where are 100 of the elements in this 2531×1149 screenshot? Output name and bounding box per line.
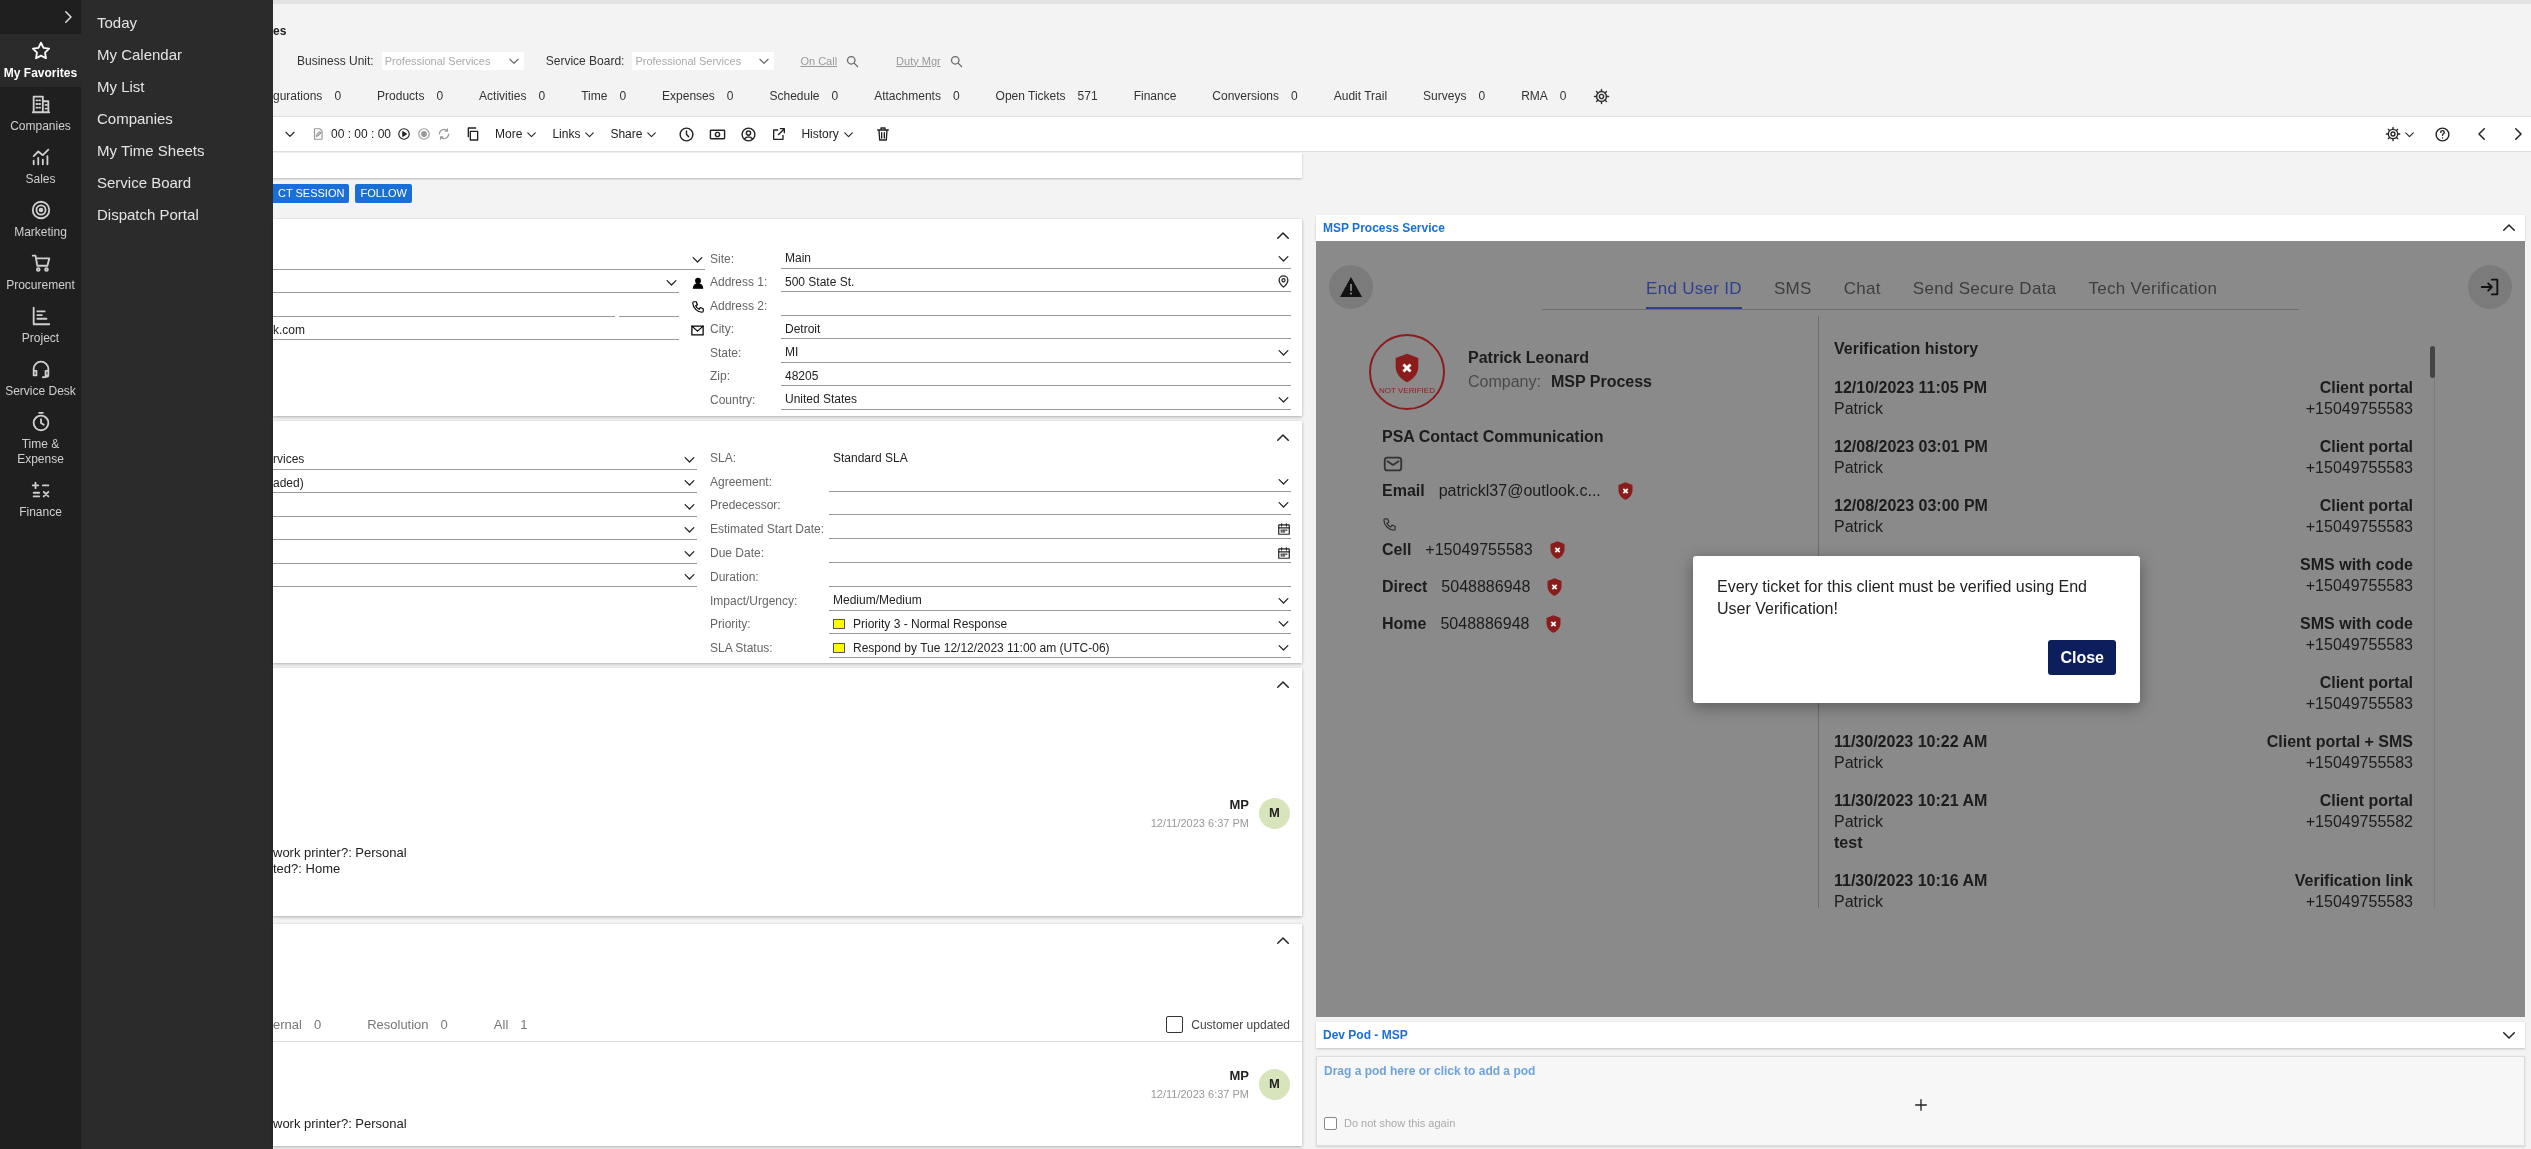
phone-icon	[1382, 517, 1397, 532]
settings-icon	[2385, 126, 2401, 142]
person-circle-icon[interactable]	[740, 125, 758, 143]
notes-tab[interactable]: ernal 0	[273, 1014, 322, 1035]
select-field[interactable]: Medium/Medium	[829, 590, 1291, 611]
settings-icon[interactable]	[1592, 87, 1610, 105]
nav-item[interactable]: Project	[0, 299, 81, 352]
exit-icon	[2479, 276, 2501, 298]
ticket-tab[interactable]: RMA 0	[1521, 87, 1567, 105]
search-icon[interactable]	[845, 53, 861, 69]
menu-button[interactable]: History	[801, 125, 855, 143]
refresh-icon[interactable]	[437, 127, 452, 141]
history-title: Verification history	[1834, 339, 1980, 359]
nav-item[interactable]: My Favorites	[0, 34, 81, 87]
settings-menu[interactable]	[2385, 126, 2416, 142]
contact-name: Patrick Leonard	[1468, 348, 1590, 368]
select-field[interactable]: Respond by Tue 12/12/2023 11:00 am (UTC-06)	[829, 638, 1291, 659]
history-date: 11/30/2023 10:21 AM	[1834, 791, 1988, 811]
flyout-item[interactable]: My Calendar	[81, 39, 183, 71]
ticket-tab[interactable]: Conversions 0	[1212, 87, 1298, 105]
plus-icon[interactable]	[1912, 1097, 1929, 1113]
menu-button[interactable]: More	[495, 125, 539, 143]
field-label: SLA:	[710, 449, 737, 467]
person-icon[interactable]	[691, 276, 705, 291]
flyout-item[interactable]: Dispatch Portal	[81, 199, 199, 231]
nav-item[interactable]: Finance	[0, 473, 81, 526]
warning-button[interactable]	[1329, 265, 1373, 309]
nav-item[interactable]: Procurement	[0, 246, 81, 299]
summary-field[interactable]	[273, 153, 1302, 178]
contact-value: 5048886948	[1441, 577, 1531, 597]
ticket-tab[interactable]: Open Tickets 571	[995, 87, 1098, 105]
search-icon[interactable]	[948, 53, 964, 69]
nav-item[interactable]: Time & Expense	[0, 405, 81, 473]
contact-value: +15049755583	[1425, 540, 1533, 560]
play-icon[interactable]	[397, 127, 412, 141]
customer-updated-checkbox[interactable]: Customer updated	[1166, 1015, 1290, 1034]
help-icon[interactable]	[2434, 125, 2451, 143]
history-date: 11/30/2023 10:22 AM	[1834, 732, 1988, 752]
notes-tab[interactable]: All 1	[493, 1014, 528, 1035]
input-field[interactable]: 500 State St.	[781, 272, 1291, 293]
ticket-tab[interactable]: Attachments 0	[874, 87, 960, 105]
stop-icon[interactable]	[417, 127, 432, 141]
ticket-tab[interactable]: Finance	[1133, 87, 1177, 105]
edit-document-icon[interactable]	[311, 127, 325, 141]
history-phone: +15049755583	[2305, 753, 2413, 773]
close-button[interactable]: Close	[2048, 640, 2116, 675]
flyout-item[interactable]: Today	[81, 7, 138, 39]
history-phone: +15049755583	[2305, 517, 2413, 537]
notes-tab[interactable]: Resolution 0	[367, 1014, 448, 1035]
ticket-tab[interactable]: Surveys 0	[1423, 87, 1486, 105]
menu-button[interactable]: Links	[552, 125, 597, 143]
action-button[interactable]: CT SESSION	[273, 184, 350, 203]
cart-icon	[29, 252, 52, 274]
exit-button[interactable]	[2468, 265, 2512, 309]
flyout-item[interactable]: My List	[81, 71, 145, 103]
history-phone: +15049755583	[2305, 576, 2413, 596]
external-link-icon[interactable]	[771, 126, 788, 142]
company-label: Company:	[1468, 372, 1541, 392]
phone-icon[interactable]	[691, 299, 705, 314]
nav-item[interactable]: Service Desk	[0, 352, 81, 405]
nav-item[interactable]: Companies	[0, 87, 81, 140]
select-field[interactable]: United States	[781, 389, 1291, 410]
history-date: 12/08/2023 03:01 PM	[1834, 437, 1988, 457]
flyout-item[interactable]: My Time Sheets	[81, 135, 205, 167]
select-field[interactable]: Main	[781, 248, 1291, 269]
calendar-icon[interactable]	[1277, 521, 1291, 536]
page-title: es	[273, 23, 287, 40]
calendar-icon[interactable]	[1277, 545, 1291, 560]
menu-button[interactable]: Share	[610, 125, 659, 143]
clock-icon[interactable]	[678, 125, 696, 143]
pod-title[interactable]: MSP Process Service	[1323, 219, 1445, 237]
ticket-tab[interactable]: Expenses 0	[662, 87, 734, 105]
location-pin-icon[interactable]	[1276, 274, 1291, 290]
scrollbar[interactable]	[2430, 346, 2435, 908]
nav-item[interactable]: Marketing	[0, 193, 81, 246]
text-field[interactable]: k.com	[273, 320, 679, 341]
select-field[interactable]: rvices	[273, 449, 697, 470]
flyout-item[interactable]: Service Board	[81, 167, 192, 199]
select-field[interactable]: Priority 3 - Normal Response	[829, 614, 1291, 635]
mail-icon[interactable]	[690, 322, 705, 338]
trash-icon[interactable]	[874, 126, 891, 142]
ticket-tab[interactable]: Schedule 0	[769, 87, 839, 105]
ticket-tab[interactable]: Products 0	[377, 87, 444, 105]
select-field[interactable]: MI	[781, 342, 1291, 363]
nav-item[interactable]: Sales	[0, 140, 81, 193]
ticket-tab[interactable]: Audit Trail	[1333, 87, 1388, 105]
contact-value: patrickl37@outlook.c...	[1438, 481, 1601, 501]
field-label: Estimated Start Date:	[710, 521, 826, 539]
ticket-tab[interactable]: Activities 0	[479, 87, 546, 105]
input-field[interactable]: Detroit	[781, 319, 1291, 340]
flyout-item[interactable]: Companies	[81, 103, 173, 135]
input-field[interactable]: 48205	[781, 366, 1291, 387]
history-name: Patrick	[1834, 458, 1884, 478]
field-label: Zip:	[710, 368, 731, 386]
action-button[interactable]: FOLLOW	[355, 184, 412, 203]
select-field[interactable]: aded)	[273, 473, 697, 494]
field-label: Due Date:	[710, 545, 766, 563]
ticket-tab[interactable]: Time 0	[581, 87, 627, 105]
pod-title[interactable]: Dev Pod - MSP	[1323, 1026, 1408, 1044]
ticket-tab[interactable]: gurations 0	[273, 87, 342, 105]
